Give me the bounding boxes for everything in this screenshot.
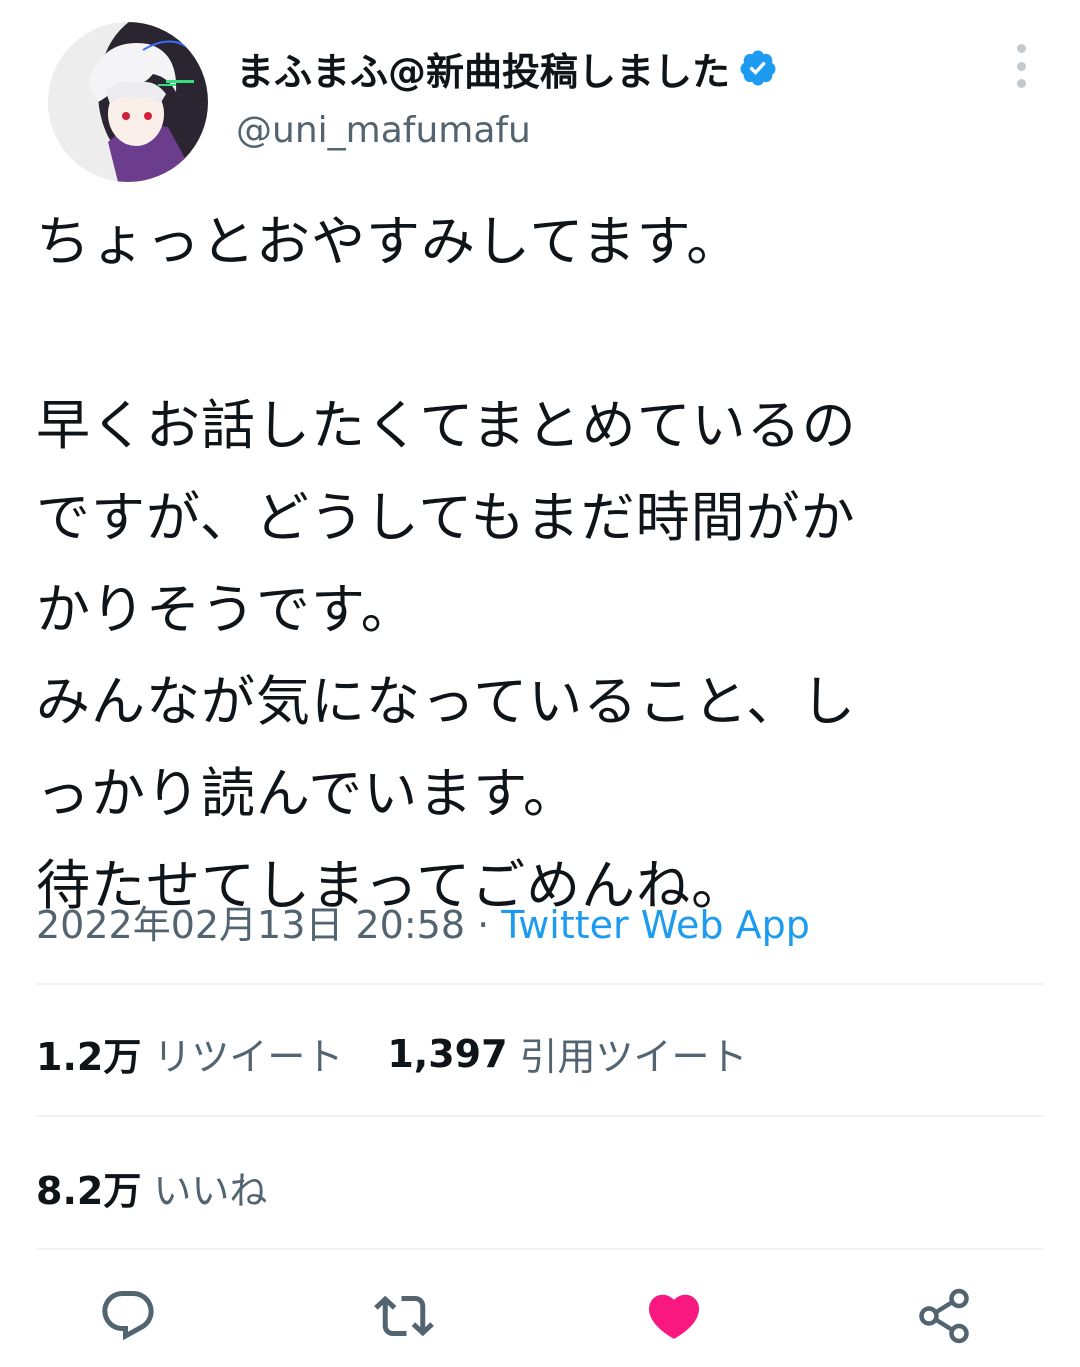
avatar[interactable]	[48, 22, 208, 182]
verified-badge-icon	[740, 50, 776, 86]
reply-button[interactable]	[98, 1286, 158, 1346]
likes-stats-row: 8.2万 いいね	[36, 1160, 311, 1215]
display-name[interactable]: まふまふ@新曲投稿しました	[236, 41, 730, 96]
divider	[36, 1115, 1044, 1117]
likes-label[interactable]: いいね	[153, 1160, 267, 1215]
retweet-stats-row: 1.2万 リツイート 1,397 引用ツイート	[36, 1026, 792, 1081]
tweet-header: まふまふ@新曲投稿しました @uni_mafumafu	[40, 22, 1050, 182]
author-name-row[interactable]: まふまふ@新曲投稿しました	[236, 40, 778, 96]
divider	[36, 983, 1044, 985]
retweets-count[interactable]: 1.2万	[36, 1026, 141, 1081]
quotes-count[interactable]: 1,397	[387, 1032, 507, 1076]
like-button[interactable]	[644, 1286, 704, 1346]
share-button[interactable]	[914, 1286, 974, 1346]
retweet-button[interactable]	[374, 1286, 434, 1346]
heart-icon	[648, 1294, 700, 1339]
meta-separator: ·	[465, 903, 502, 947]
author-handle[interactable]: @uni_mafumafu	[236, 110, 531, 151]
tweet-source-link[interactable]: Twitter Web App	[501, 903, 810, 947]
quotes-label[interactable]: 引用ツイート	[520, 1026, 748, 1081]
tweet-actions-bar	[36, 1280, 1044, 1350]
tweet-text: ちょっとおやすみしてます。 早くお話したくてまとめているの ですが、どうしてもま…	[36, 210, 857, 917]
tweet-meta: 2022年02月13日 20:58 · Twitter Web App	[36, 894, 810, 949]
user-avatar-icon	[48, 22, 208, 182]
tweet-timestamp[interactable]: 2022年02月13日 20:58	[36, 903, 465, 947]
likes-count[interactable]: 8.2万	[36, 1160, 141, 1215]
divider	[36, 1248, 1044, 1250]
retweets-label[interactable]: リツイート	[153, 1026, 343, 1081]
retweet-icon	[374, 1295, 434, 1337]
reply-icon	[102, 1291, 154, 1341]
more-options-icon[interactable]	[1006, 44, 1036, 88]
share-icon	[919, 1288, 969, 1344]
